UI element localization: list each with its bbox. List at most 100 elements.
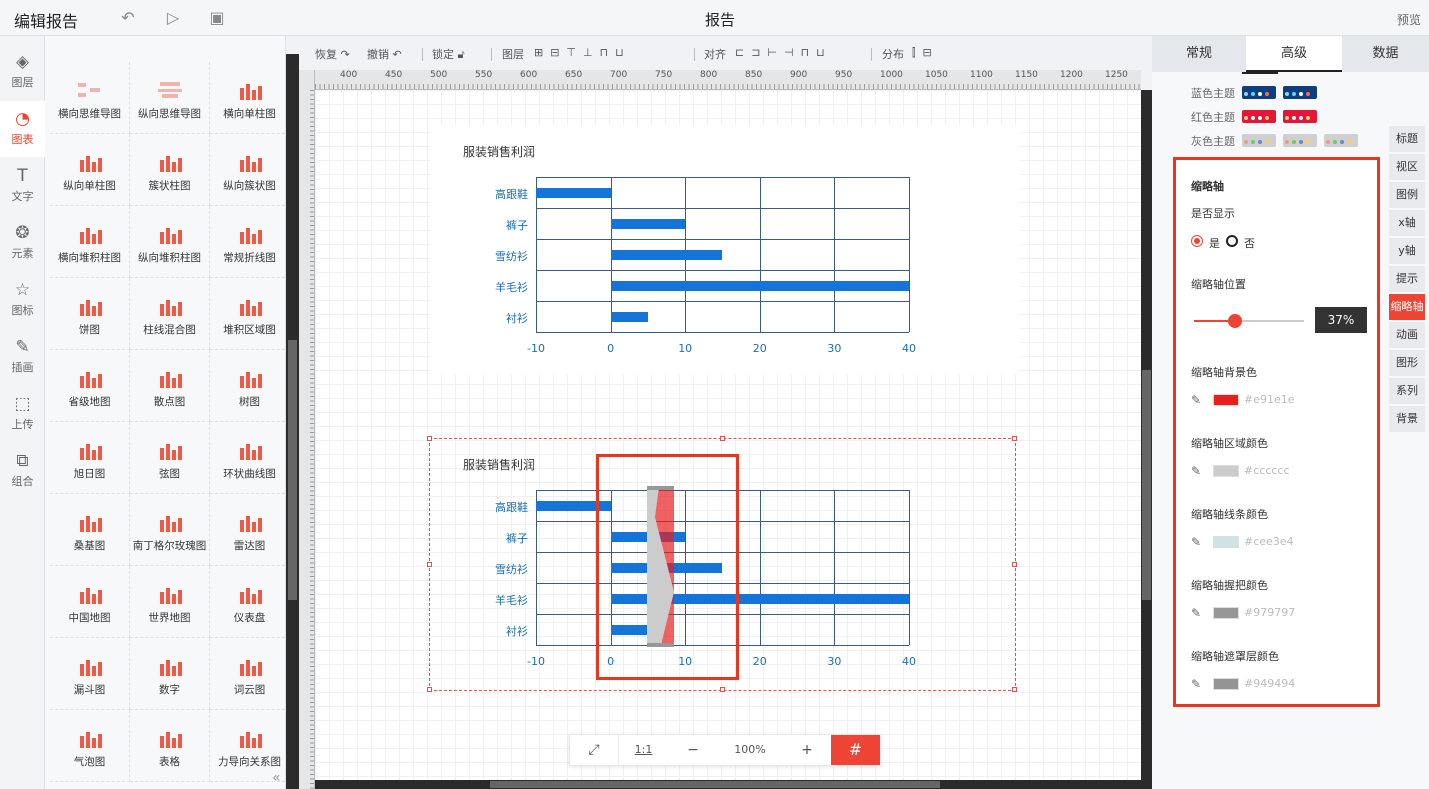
library-item[interactable]: 簇状柱图 [130, 134, 210, 206]
theme-swatch[interactable] [1324, 134, 1358, 147]
grid-toggle-button[interactable]: # [831, 735, 880, 765]
resize-handle[interactable] [1012, 561, 1017, 567]
bar[interactable] [610, 219, 686, 229]
tab-advanced[interactable]: 高级 [1246, 36, 1342, 72]
resize-handle[interactable] [427, 687, 432, 692]
library-item[interactable]: 旭日图 [50, 422, 130, 494]
zoom-out-button[interactable]: − [670, 735, 716, 765]
save-icon[interactable]: ▣ [207, 8, 227, 28]
side-tab-6[interactable]: 缩略轴 [1389, 294, 1425, 320]
resize-handle[interactable] [1012, 687, 1017, 692]
radio-yes[interactable] [1191, 235, 1203, 247]
color-swatch[interactable] [1213, 536, 1239, 548]
redo-button[interactable]: 恢复 ↷ [315, 46, 350, 62]
library-item[interactable]: 世界地图 [130, 566, 210, 638]
canvas-hscroll-thumb[interactable] [490, 781, 940, 788]
library-item[interactable]: 桑基图 [50, 494, 130, 566]
resize-handle[interactable] [427, 436, 432, 441]
theme-swatch[interactable] [1283, 134, 1317, 147]
position-slider-handle[interactable] [1227, 314, 1242, 328]
library-item[interactable]: 气泡图 [50, 710, 130, 782]
rail-item-6[interactable]: ⬚ 上传 [0, 386, 45, 442]
library-item[interactable]: 省级地图 [50, 350, 130, 422]
color-swatch[interactable] [1213, 607, 1239, 619]
back-icon[interactable]: ↶ [118, 8, 138, 28]
theme-swatch[interactable] [1242, 110, 1276, 123]
side-tab-3[interactable]: x轴 [1389, 210, 1425, 236]
eyedropper-icon[interactable]: ✎ [1191, 677, 1201, 691]
side-tab-10[interactable]: 背景 [1389, 406, 1425, 432]
color-swatch[interactable] [1213, 394, 1239, 406]
canvas-vscroll-thumb[interactable] [1142, 370, 1151, 600]
rail-item-7[interactable]: ⧉ 组合 [0, 443, 45, 499]
library-item[interactable]: 环状曲线图 [210, 422, 290, 494]
resize-handle[interactable] [427, 561, 432, 567]
theme-swatch[interactable] [1283, 86, 1317, 99]
tab-data[interactable]: 数据 [1342, 36, 1429, 72]
eyedropper-icon[interactable]: ✎ [1191, 606, 1201, 620]
resize-handle[interactable] [719, 687, 725, 692]
library-item[interactable]: 弦图 [130, 422, 210, 494]
library-item[interactable]: 纵向簇状图 [210, 134, 290, 206]
rail-item-5[interactable]: ✎ 插画 [0, 329, 45, 385]
side-tab-9[interactable]: 系列 [1389, 378, 1425, 404]
distribute-icons[interactable]: ⫿⊟ [912, 46, 939, 60]
rail-item-1[interactable]: ◔ 图表 [0, 101, 45, 157]
eyedropper-icon[interactable]: ✎ [1191, 535, 1201, 549]
bar[interactable] [610, 250, 723, 260]
theme-swatch[interactable] [1242, 86, 1276, 99]
layer-order-icons[interactable]: ⊞⊟⊤⊥⊓⊔ [534, 46, 631, 59]
radio-no[interactable] [1226, 235, 1238, 247]
theme-swatch[interactable] [1283, 110, 1317, 123]
side-tab-5[interactable]: 提示 [1389, 266, 1425, 292]
color-swatch[interactable] [1213, 465, 1239, 477]
library-scroll-thumb[interactable] [288, 340, 297, 600]
library-item[interactable]: 散点图 [130, 350, 210, 422]
library-item[interactable]: 数字 [130, 638, 210, 710]
theme-swatch[interactable] [1242, 134, 1276, 147]
color-picker-row[interactable]: ✎ #979797 [1191, 606, 1361, 620]
side-tab-1[interactable]: 视区 [1389, 154, 1425, 180]
tab-general[interactable]: 常规 [1152, 36, 1246, 72]
library-item[interactable]: 纵向思维导图 [130, 62, 210, 134]
actual-size-button[interactable]: 1:1 [618, 735, 668, 765]
bar[interactable] [610, 281, 909, 291]
undo-button[interactable]: 撤销 ↶ [367, 46, 402, 62]
bar[interactable] [610, 312, 648, 322]
library-item[interactable]: 横向堆积柱图 [50, 206, 130, 278]
rail-item-4[interactable]: ☆ 图标 [0, 272, 45, 328]
eyedropper-icon[interactable]: ✎ [1191, 464, 1201, 478]
preview-button[interactable]: 预览 [1397, 11, 1421, 28]
rail-item-3[interactable]: ❂ 元素 [0, 215, 45, 271]
library-item[interactable]: 漏斗图 [50, 638, 130, 710]
library-item[interactable]: 表格 [130, 710, 210, 782]
bar-chart[interactable]: 服装销售利润 -10 0 10 20 30 40 高跟鞋 裤子 雪纺衫 羊毛衫 衬衫 [430, 125, 1020, 375]
library-item[interactable]: 横向思维导图 [50, 62, 130, 134]
library-item[interactable]: 堆积区域图 [210, 278, 290, 350]
play-icon[interactable]: ▷ [163, 8, 183, 28]
bar[interactable] [536, 188, 611, 198]
color-picker-row[interactable]: ✎ #cccccc [1191, 464, 1361, 478]
color-picker-row[interactable]: ✎ #e91e1e [1191, 393, 1361, 407]
library-item[interactable]: 中国地图 [50, 566, 130, 638]
library-item[interactable]: 纵向单柱图 [50, 134, 130, 206]
library-item[interactable]: 柱线混合图 [130, 278, 210, 350]
library-item[interactable]: 树图 [210, 350, 290, 422]
library-item[interactable]: 仪表盘 [210, 566, 290, 638]
side-tab-8[interactable]: 图形 [1389, 350, 1425, 376]
resize-handle[interactable] [719, 436, 725, 441]
collapse-icon[interactable]: « [272, 770, 281, 786]
color-swatch[interactable] [1213, 678, 1239, 690]
zoom-in-button[interactable]: + [784, 735, 830, 765]
side-tab-0[interactable]: 标题 [1389, 126, 1425, 152]
fit-screen-button[interactable]: ⤢ [570, 735, 618, 765]
align-icons[interactable]: ⊏⊐⊢⊣⊓⊔ [735, 46, 832, 59]
color-picker-row[interactable]: ✎ #949494 [1191, 677, 1361, 691]
resize-handle[interactable] [1012, 436, 1017, 441]
library-item[interactable]: 雷达图 [210, 494, 290, 566]
library-item[interactable]: 词云图 [210, 638, 290, 710]
library-item[interactable]: 纵向堆积柱图 [130, 206, 210, 278]
rail-item-0[interactable]: ◈ 图层 [0, 44, 45, 100]
library-item[interactable]: 常规折线图 [210, 206, 290, 278]
color-picker-row[interactable]: ✎ #cee3e4 [1191, 535, 1361, 549]
